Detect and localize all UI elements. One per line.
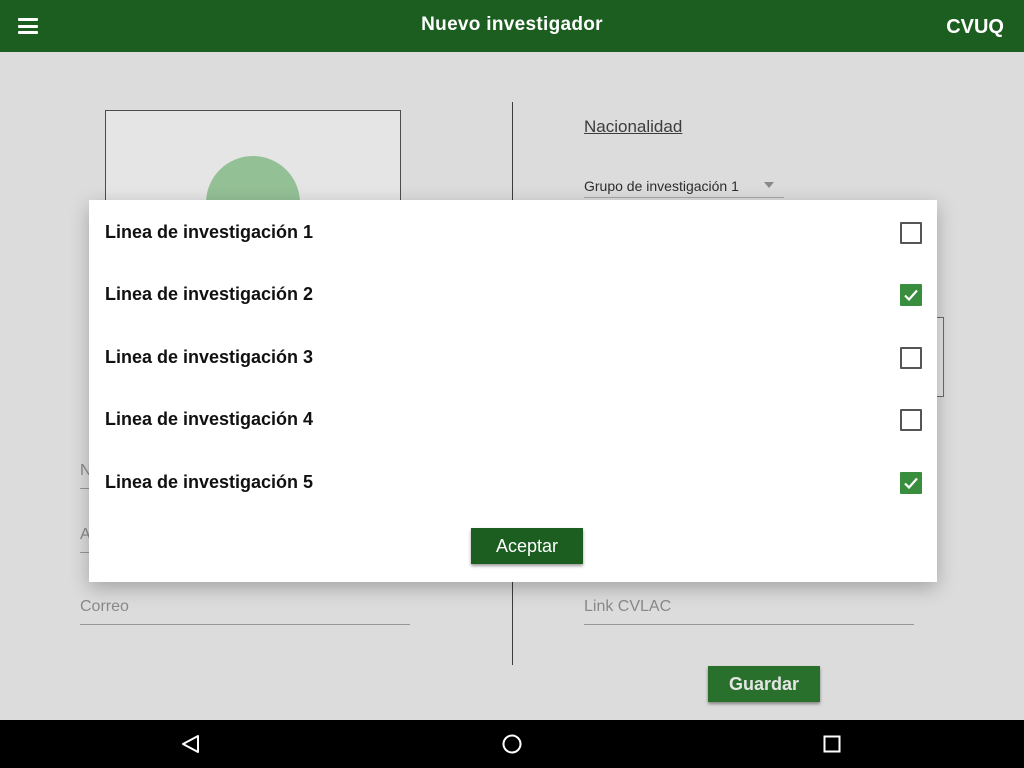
research-line-label: Linea de investigación 5: [105, 472, 314, 492]
page-title: Nuevo investigador: [421, 14, 603, 35]
research-line-checkbox[interactable]: [900, 222, 922, 244]
accept-button[interactable]: Aceptar: [471, 528, 583, 564]
research-line-item[interactable]: Linea de investigación 4: [89, 399, 937, 439]
research-line-item[interactable]: Linea de investigación 3: [89, 337, 937, 377]
research-line-checkbox[interactable]: [900, 347, 922, 369]
research-line-item[interactable]: Linea de investigación 1: [89, 212, 937, 252]
research-line-label: Linea de investigación 1: [105, 222, 314, 242]
check-mark-icon: [904, 477, 918, 490]
research-line-item[interactable]: Linea de investigación 5: [89, 462, 937, 502]
system-nav-bar: [0, 720, 1024, 768]
research-line-label: Linea de investigación 4: [105, 409, 314, 429]
research-line-checkbox[interactable]: [900, 284, 922, 306]
research-lines-dialog: Linea de investigación 1 Linea de invest…: [89, 200, 937, 582]
research-line-checkbox[interactable]: [900, 472, 922, 494]
brand-logo-text: CVUQ: [946, 16, 1004, 38]
recent-apps-square-icon[interactable]: [823, 735, 841, 753]
home-circle-icon[interactable]: [501, 733, 523, 755]
research-line-label: Linea de investigación 3: [105, 347, 314, 367]
research-line-item[interactable]: Linea de investigación 2: [89, 274, 937, 314]
back-triangle-icon[interactable]: [180, 733, 202, 755]
app-bar: Nuevo investigador CVUQ: [0, 0, 1024, 52]
check-mark-icon: [904, 289, 918, 302]
research-line-label: Linea de investigación 2: [105, 284, 314, 304]
research-line-checkbox[interactable]: [900, 409, 922, 431]
